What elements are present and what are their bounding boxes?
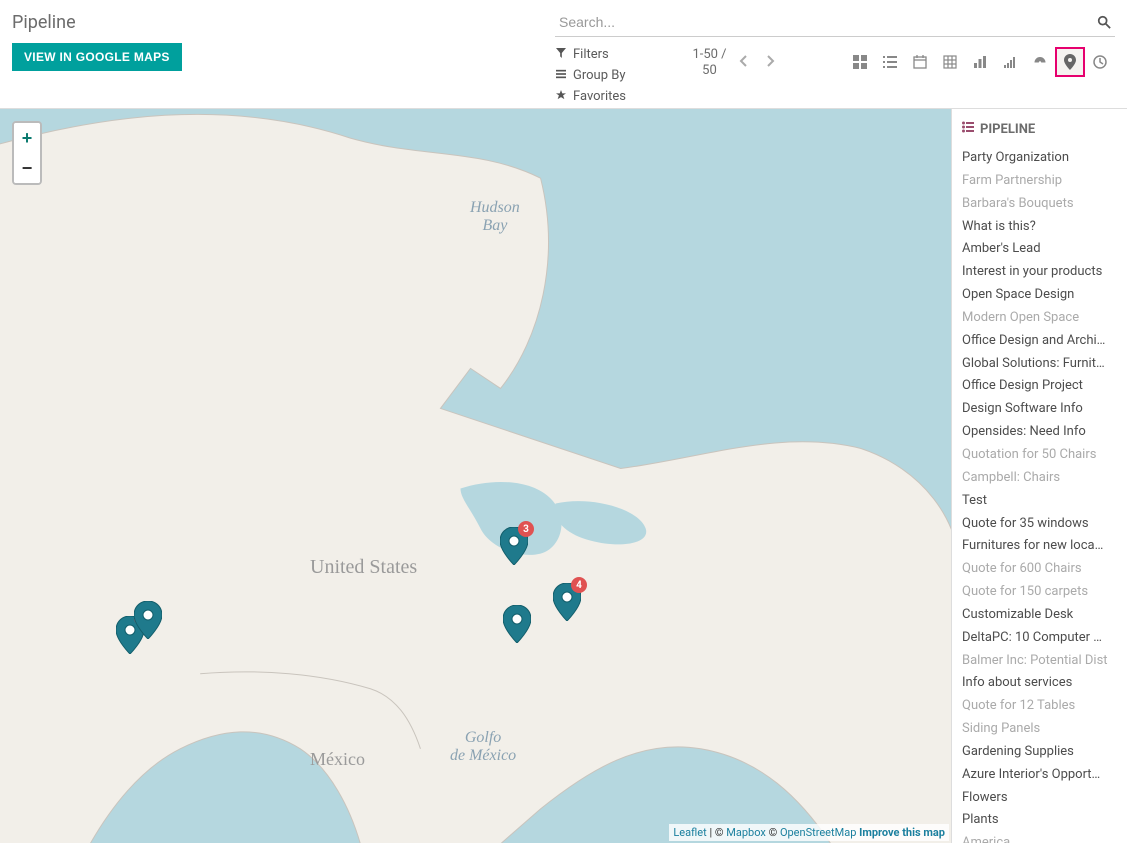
pipeline-item[interactable]: Office Design Project (962, 375, 1117, 398)
marker-count-badge: 3 (518, 521, 534, 537)
pipeline-item[interactable]: Quote for 12 Tables (962, 695, 1117, 718)
pipeline-item[interactable]: Modern Open Space (962, 307, 1117, 330)
pager-next[interactable] (761, 51, 779, 75)
view-graph[interactable] (965, 47, 995, 77)
map-attribution: Leaflet | © Mapbox © OpenStreetMap Impro… (669, 824, 949, 841)
pipeline-item[interactable]: Office Design and Archi… (962, 330, 1117, 353)
sidebar-title: PIPELINE (980, 122, 1035, 137)
pipeline-item[interactable]: Design Software Info (962, 398, 1117, 421)
view-list[interactable] (875, 47, 905, 77)
map-marker[interactable] (134, 601, 162, 639)
pipeline-item[interactable]: Global Solutions: Furnit… (962, 353, 1117, 376)
view-cohort[interactable] (995, 47, 1025, 77)
pipeline-item[interactable]: Quote for 35 windows (962, 513, 1117, 536)
attrib-mapbox[interactable]: Mapbox (726, 826, 766, 839)
favorites-dropdown[interactable]: Favorites (555, 89, 626, 104)
sidebar-header: PIPELINE (962, 121, 1117, 137)
marker-count-badge: 4 (571, 577, 587, 593)
zoom-control: + − (12, 121, 42, 185)
pipeline-item[interactable]: Quote for 150 carpets (962, 581, 1117, 604)
view-dashboard[interactable] (1025, 47, 1055, 77)
pipeline-item[interactable]: Azure Interior's Opport… (962, 764, 1117, 787)
pipeline-item[interactable]: Balmer Inc: Potential Dist (962, 650, 1117, 673)
pipeline-item[interactable]: Interest in your products (962, 261, 1117, 284)
funnel-icon (555, 47, 567, 62)
zoom-in-button[interactable]: + (14, 123, 40, 153)
page-title: Pipeline (12, 12, 182, 33)
view-map[interactable] (1055, 47, 1085, 77)
pipeline-item[interactable]: Party Organization (962, 147, 1117, 170)
pager-range: 1-50 /50 (692, 47, 726, 78)
search-icon[interactable] (1093, 15, 1115, 29)
pipeline-item[interactable]: Quotation for 50 Chairs (962, 444, 1117, 467)
pager-prev[interactable] (735, 51, 753, 75)
list-bullet-icon (962, 121, 974, 137)
favorites-label: Favorites (573, 89, 626, 104)
pipeline-item[interactable]: Amber's Lead (962, 238, 1117, 261)
filters-dropdown[interactable]: Filters (555, 47, 626, 62)
view-kanban[interactable] (845, 47, 875, 77)
attrib-improve[interactable]: Improve this map (859, 826, 945, 839)
pipeline-item[interactable]: What is this? (962, 216, 1117, 239)
view-pivot[interactable] (935, 47, 965, 77)
search-bar[interactable] (555, 12, 1115, 37)
map-marker[interactable]: 3 (500, 527, 528, 565)
pipeline-item[interactable]: Campbell: Chairs (962, 467, 1117, 490)
pipeline-item[interactable]: Customizable Desk (962, 604, 1117, 627)
attrib-leaflet[interactable]: Leaflet (673, 826, 706, 839)
map-canvas[interactable]: HudsonBay United States México Golfode M… (0, 109, 952, 843)
pipeline-item[interactable]: Flowers (962, 787, 1117, 810)
pipeline-item[interactable]: Gardening Supplies (962, 741, 1117, 764)
groupby-dropdown[interactable]: Group By (555, 68, 626, 83)
pipeline-item[interactable]: America (962, 832, 1117, 843)
pipeline-item[interactable]: Furnitures for new loca… (962, 535, 1117, 558)
pipeline-item[interactable]: Info about services (962, 672, 1117, 695)
view-calendar[interactable] (905, 47, 935, 77)
pipeline-item[interactable]: Plants (962, 809, 1117, 832)
filters-label: Filters (573, 47, 609, 62)
pipeline-item[interactable]: DeltaPC: 10 Computer … (962, 627, 1117, 650)
view-google-maps-button[interactable]: VIEW IN GOOGLE MAPS (12, 43, 182, 71)
sidebar: PIPELINE Party OrganizationFarm Partners… (952, 109, 1127, 843)
pipeline-list: Party OrganizationFarm PartnershipBarbar… (962, 147, 1117, 843)
view-activity[interactable] (1085, 47, 1115, 77)
pipeline-item[interactable]: Test (962, 490, 1117, 513)
search-input[interactable] (555, 12, 1093, 32)
pipeline-item[interactable]: Open Space Design (962, 284, 1117, 307)
map-marker[interactable] (503, 605, 531, 643)
zoom-out-button[interactable]: − (14, 153, 40, 183)
pipeline-item[interactable]: Siding Panels (962, 718, 1117, 741)
groupby-label: Group By (573, 68, 626, 83)
map-marker[interactable]: 4 (553, 583, 581, 621)
star-icon (555, 89, 567, 104)
pipeline-item[interactable]: Quote for 600 Chairs (962, 558, 1117, 581)
attrib-osm[interactable]: OpenStreetMap (780, 826, 856, 839)
pipeline-item[interactable]: Barbara's Bouquets (962, 193, 1117, 216)
list-icon (555, 68, 567, 83)
pipeline-item[interactable]: Farm Partnership (962, 170, 1117, 193)
pipeline-item[interactable]: Opensides: Need Info (962, 421, 1117, 444)
